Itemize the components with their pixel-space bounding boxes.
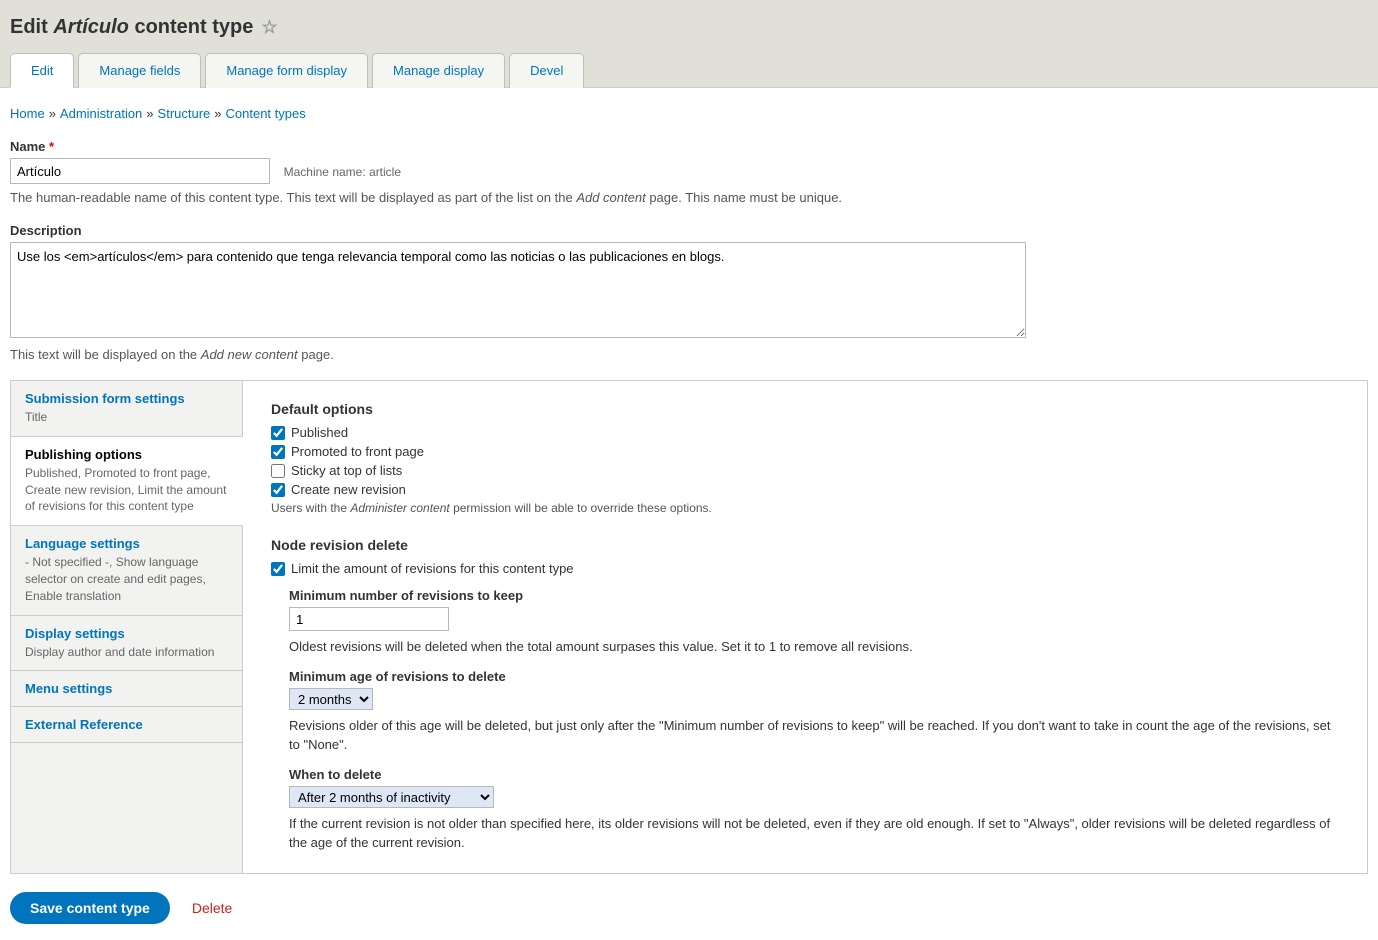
breadcrumb: Home»Administration»Structure»Content ty… <box>10 98 1368 139</box>
title-prefix: Edit <box>10 16 48 38</box>
tab-manage-form-display[interactable]: Manage form display <box>205 53 368 88</box>
checkbox-limit-revisions[interactable] <box>271 562 285 576</box>
description-textarea[interactable]: Use los <em>artículos</em> para contenid… <box>10 242 1026 338</box>
min-age-label: Minimum age of revisions to delete <box>289 669 1339 684</box>
default-options-help: Users with the Administer content permis… <box>271 501 1339 515</box>
min-revisions-help: Oldest revisions will be deleted when th… <box>289 637 1339 657</box>
title-suffix: content type <box>134 16 253 38</box>
name-input[interactable] <box>10 158 270 184</box>
favorite-star-icon[interactable]: ☆ <box>261 17 277 38</box>
vtab-publishing-options[interactable]: Publishing options Published, Promoted t… <box>11 437 243 526</box>
name-help: The human-readable name of this content … <box>10 190 1368 205</box>
node-revision-delete-heading: Node revision delete <box>271 537 1339 553</box>
vtab-panel-publishing: Default options Published Promoted to fr… <box>243 381 1367 873</box>
vertical-tabs: Submission form settings Title Publishin… <box>11 381 243 873</box>
vtab-display-settings[interactable]: Display settings Display author and date… <box>11 616 242 672</box>
save-button[interactable]: Save content type <box>10 892 170 924</box>
primary-tabs: Edit Manage fields Manage form display M… <box>10 53 1368 87</box>
breadcrumb-content-types[interactable]: Content types <box>226 106 306 121</box>
checkbox-sticky[interactable] <box>271 464 285 478</box>
checkbox-published-label[interactable]: Published <box>291 425 348 440</box>
breadcrumb-structure[interactable]: Structure <box>158 106 211 121</box>
vtab-title: Publishing options <box>25 447 228 462</box>
tab-manage-fields[interactable]: Manage fields <box>78 53 201 88</box>
min-age-select[interactable]: 2 months <box>289 688 373 710</box>
name-label: Name * <box>10 139 1368 154</box>
page-title: Edit Artículo content type ☆ <box>10 10 1368 53</box>
vtab-title: Menu settings <box>25 681 228 696</box>
when-delete-label: When to delete <box>289 767 1339 782</box>
breadcrumb-home[interactable]: Home <box>10 106 45 121</box>
title-content-name: Artículo <box>53 16 129 38</box>
tab-manage-display[interactable]: Manage display <box>372 53 505 88</box>
delete-link[interactable]: Delete <box>192 900 232 916</box>
checkbox-create-new-revision[interactable] <box>271 483 285 497</box>
description-label: Description <box>10 223 1368 238</box>
vtab-summary: Display author and date information <box>25 644 228 661</box>
checkbox-promoted[interactable] <box>271 445 285 459</box>
breadcrumb-administration[interactable]: Administration <box>60 106 142 121</box>
vtab-title: External Reference <box>25 717 228 732</box>
checkbox-create-new-revision-label[interactable]: Create new revision <box>291 482 406 497</box>
tab-devel[interactable]: Devel <box>509 53 584 88</box>
vtab-menu-settings[interactable]: Menu settings <box>11 671 242 707</box>
tab-edit[interactable]: Edit <box>10 53 74 88</box>
vtab-external-reference[interactable]: External Reference <box>11 707 242 743</box>
description-help: This text will be displayed on the Add n… <box>10 347 1368 362</box>
checkbox-published[interactable] <box>271 426 285 440</box>
vtab-summary: Title <box>25 409 228 426</box>
vtab-title: Submission form settings <box>25 391 228 406</box>
when-delete-select[interactable]: After 2 months of inactivity <box>289 786 494 808</box>
vtab-summary: - Not specified -, Show language selecto… <box>25 554 228 604</box>
when-delete-help: If the current revision is not older tha… <box>289 814 1339 853</box>
min-revisions-input[interactable] <box>289 607 449 631</box>
min-age-help: Revisions older of this age will be dele… <box>289 716 1339 755</box>
machine-name: Machine name: article <box>284 165 401 179</box>
vtab-title: Display settings <box>25 626 228 641</box>
checkbox-limit-revisions-label[interactable]: Limit the amount of revisions for this c… <box>291 561 574 576</box>
vtab-title: Language settings <box>25 536 228 551</box>
vtab-summary: Published, Promoted to front page, Creat… <box>25 465 228 515</box>
default-options-heading: Default options <box>271 401 1339 417</box>
checkbox-sticky-label[interactable]: Sticky at top of lists <box>291 463 402 478</box>
vtab-language-settings[interactable]: Language settings - Not specified -, Sho… <box>11 526 242 615</box>
vtab-submission-form-settings[interactable]: Submission form settings Title <box>11 381 242 437</box>
min-revisions-label: Minimum number of revisions to keep <box>289 588 1339 603</box>
checkbox-promoted-label[interactable]: Promoted to front page <box>291 444 424 459</box>
